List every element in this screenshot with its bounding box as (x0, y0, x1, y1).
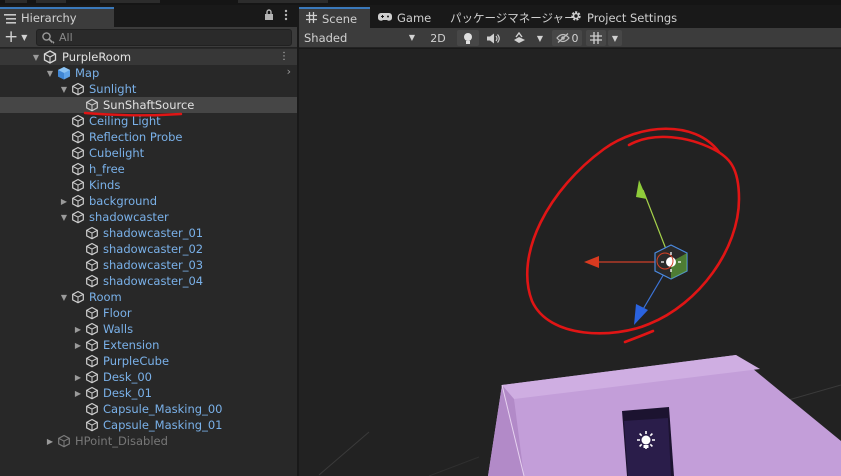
transform-gizmo[interactable] (584, 180, 688, 325)
effects-icon (513, 32, 525, 43)
eye-slash-icon (555, 33, 570, 43)
tab-scene[interactable]: Scene (299, 7, 370, 28)
grid-line (318, 431, 370, 476)
tab-game-label: Game (397, 10, 432, 25)
lightbulb-icon (464, 32, 472, 44)
red-underline-overlay (83, 111, 183, 117)
tab-project-settings[interactable]: Project Settings (570, 7, 677, 28)
scene-toolbar: Shaded ▼ 2D ▼ 0 ▼ (299, 28, 841, 48)
hidden-count: 0 (571, 31, 579, 45)
x-axis-handle[interactable] (584, 256, 599, 268)
toggle-2d-label: 2D (430, 31, 446, 45)
lighting-toggle-button[interactable] (457, 30, 479, 46)
tab-project-settings-label: Project Settings (587, 10, 678, 25)
scene-panel: Scene Game パッケージマネージャー Project Settings … (299, 5, 841, 476)
draw-mode-label: Shaded (304, 31, 348, 45)
y-axis-handle[interactable] (636, 180, 647, 199)
red-annotation-circle (526, 127, 741, 344)
audio-toggle-button[interactable] (483, 30, 503, 46)
grid-line (428, 456, 480, 476)
scene-viewport[interactable] (299, 49, 841, 476)
dropdown-arrow-icon: ▼ (408, 33, 415, 42)
red-annotation-underline (83, 111, 183, 117)
tab-game[interactable]: Game (378, 7, 442, 28)
speaker-icon (486, 33, 500, 43)
tab-package-manager[interactable]: パッケージマネージャー (450, 7, 575, 28)
gamepad-icon (378, 11, 392, 25)
gizmos-toggle-button[interactable] (586, 30, 606, 46)
effects-toggle-button[interactable] (509, 30, 529, 46)
purple-cube-object[interactable] (488, 355, 841, 476)
effects-dropdown-arrow-icon[interactable]: ▼ (533, 30, 547, 46)
grid-icon (306, 11, 317, 26)
draw-mode-dropdown[interactable]: Shaded ▼ (301, 30, 419, 46)
hidden-objects-toggle-button[interactable]: 0 (552, 30, 582, 46)
scene-tabbar: Scene Game パッケージマネージャー Project Settings (299, 5, 841, 28)
gear-icon (570, 10, 582, 25)
tab-scene-label: Scene (322, 11, 358, 26)
light-gizmo-icon[interactable] (637, 431, 655, 449)
scene-canvas[interactable] (299, 49, 841, 476)
tab-package-manager-label: パッケージマネージャー (450, 10, 576, 25)
toggle-2d-button[interactable]: 2D (426, 30, 450, 46)
gizmos-dropdown-arrow-icon[interactable]: ▼ (608, 30, 622, 46)
z-axis-handle[interactable] (634, 304, 648, 325)
gizmos-grid-icon (590, 32, 602, 44)
